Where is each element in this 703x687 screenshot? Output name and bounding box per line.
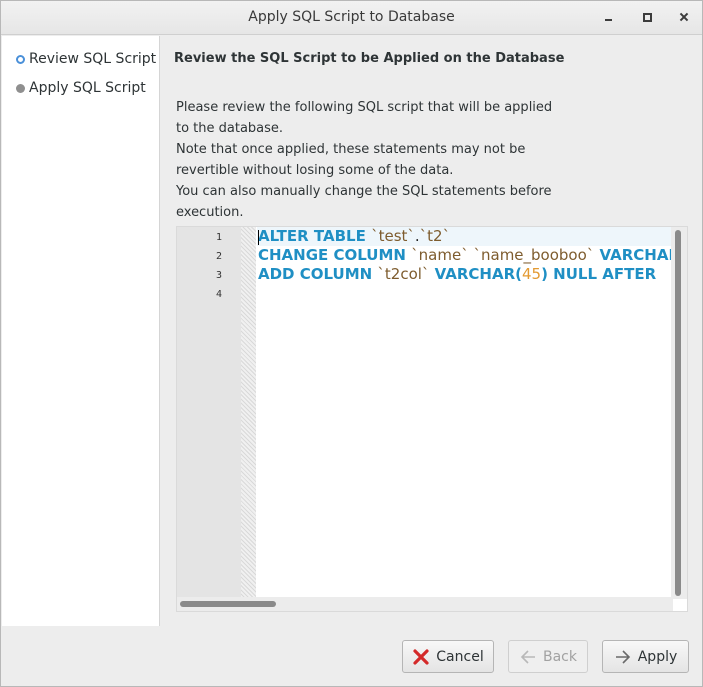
- line-number-gutter: 1 2 3 4: [177, 227, 241, 599]
- apply-button[interactable]: Apply: [602, 640, 689, 673]
- code-token: ADD COLUMN: [258, 265, 378, 283]
- code-token: ) NULL AFTER: [541, 265, 657, 283]
- maximize-icon[interactable]: [638, 8, 658, 26]
- code-token: `t2`: [419, 227, 451, 245]
- wizard-steps-sidebar: Review SQL Script Apply SQL Script: [2, 36, 160, 626]
- vertical-scrollbar[interactable]: [671, 227, 687, 599]
- fold-margin: [241, 227, 256, 599]
- code-token: ALTER TABLE: [258, 227, 372, 245]
- code-area[interactable]: ALTER TABLE `test`.`t2` CHANGE COLUMN `n…: [257, 227, 673, 599]
- step-dot-icon: [16, 83, 25, 93]
- code-token: `t2col`: [377, 265, 430, 283]
- code-token: VARCHAR(: [599, 246, 673, 264]
- description-line: Note that once applied, these statements…: [176, 142, 526, 157]
- code-token: `name_booboo`: [473, 246, 595, 264]
- code-line: ADD COLUMN `t2col` VARCHAR(45) NULL AFTE…: [258, 265, 656, 284]
- line-number: 2: [215, 251, 222, 262]
- code-token: 45: [522, 265, 542, 283]
- step-review-sql-script[interactable]: Review SQL Script: [16, 49, 156, 69]
- horizontal-scroll-thumb[interactable]: [180, 601, 276, 607]
- close-icon[interactable]: [675, 8, 695, 26]
- dialog-window: Apply SQL Script to Database Review SQL …: [0, 0, 703, 687]
- back-button[interactable]: Back: [508, 640, 588, 673]
- apply-label: Apply: [637, 648, 678, 665]
- line-number: 3: [215, 270, 222, 281]
- description-text: Please review the following SQL script t…: [176, 97, 576, 223]
- active-step-dot-icon: [16, 54, 25, 64]
- step-apply-sql-script[interactable]: Apply SQL Script: [16, 78, 146, 98]
- title-bar[interactable]: Apply SQL Script to Database: [1, 1, 702, 35]
- cancel-button[interactable]: Cancel: [402, 640, 494, 673]
- window-title: Apply SQL Script to Database: [248, 9, 455, 25]
- vertical-scroll-thumb[interactable]: [675, 230, 681, 596]
- page-heading: Review the SQL Script to be Applied on t…: [174, 51, 565, 66]
- code-token: `test`: [371, 227, 415, 245]
- description-line: revertible without losing some of the da…: [176, 163, 454, 178]
- code-line: CHANGE COLUMN `name` `name_booboo` VARCH…: [258, 246, 673, 265]
- cancel-x-icon: [413, 648, 429, 665]
- horizontal-scrollbar[interactable]: [177, 597, 673, 611]
- step-label: Apply SQL Script: [29, 80, 146, 96]
- line-number: 4: [215, 289, 222, 300]
- cancel-label: Cancel: [436, 648, 484, 665]
- back-label: Back: [543, 648, 577, 665]
- code-token: CHANGE COLUMN: [258, 246, 412, 264]
- code-line: ALTER TABLE `test`.`t2`: [258, 227, 450, 246]
- code-token: `name`: [411, 246, 469, 264]
- text-caret: [258, 230, 259, 245]
- description-line: to the database.: [176, 121, 284, 136]
- minimize-icon[interactable]: [599, 8, 619, 26]
- line-number: 1: [215, 232, 222, 243]
- step-label: Review SQL Script: [29, 51, 157, 67]
- apply-arrow-icon: [615, 649, 630, 664]
- back-arrow-icon: [520, 649, 535, 664]
- description-line: Please review the following SQL script t…: [176, 100, 553, 115]
- sql-script-editor[interactable]: 1 2 3 4 ALTER TABLE `test`.`t2` CHANGE C…: [176, 226, 688, 612]
- code-token: VARCHAR(: [429, 265, 522, 283]
- description-line: execution.: [176, 205, 244, 220]
- description-line: You can also manually change the SQL sta…: [176, 184, 552, 199]
